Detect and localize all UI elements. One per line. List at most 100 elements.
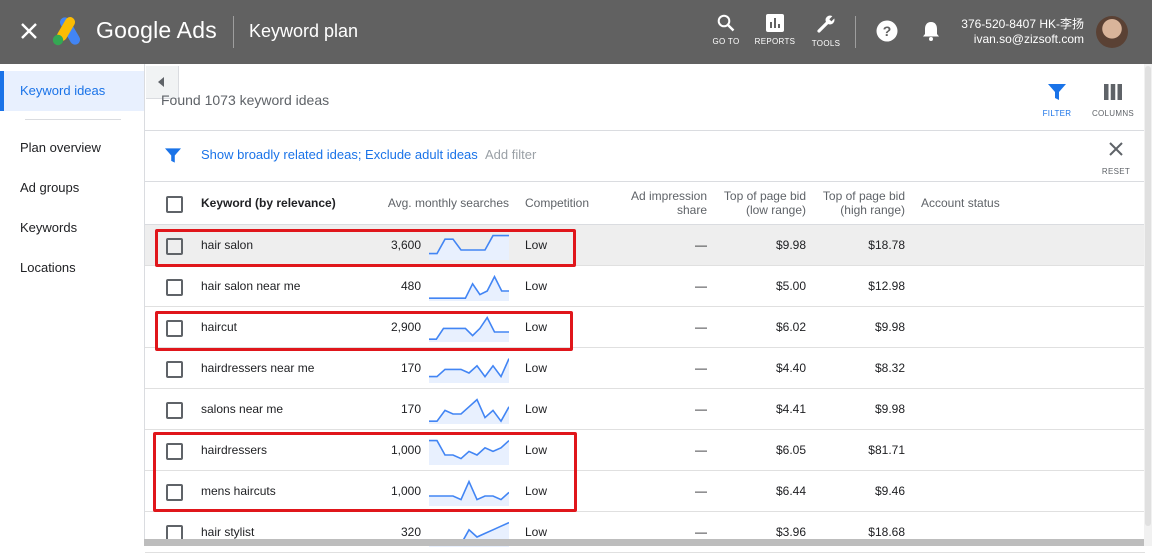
bid-low-cell: $3.96 bbox=[775, 525, 806, 539]
competition-cell: Low bbox=[525, 402, 548, 416]
filter-button[interactable]: FILTER bbox=[1027, 84, 1087, 118]
row-checkbox[interactable] bbox=[166, 402, 183, 419]
impression-share-cell: — bbox=[695, 484, 707, 498]
column-account-status[interactable]: Account status bbox=[921, 196, 1000, 210]
active-filters-link[interactable]: Show broadly related ideas; Exclude adul… bbox=[201, 147, 478, 162]
sidebar-item-plan-overview[interactable]: Plan overview bbox=[0, 128, 144, 168]
table-row[interactable]: salons near me 170 Low — $4.41 $9.98 bbox=[145, 389, 1145, 430]
add-filter-input[interactable]: Add filter bbox=[485, 147, 536, 162]
close-icon bbox=[1109, 142, 1123, 156]
column-competition[interactable]: Competition bbox=[525, 196, 589, 210]
close-icon[interactable] bbox=[18, 20, 40, 42]
divider bbox=[233, 16, 234, 48]
keyword-cell: salons near me bbox=[201, 402, 284, 416]
avg-searches-cell: 170 bbox=[400, 402, 421, 416]
columns-label: COLUMNS bbox=[1091, 109, 1135, 118]
bid-low-cell: $5.00 bbox=[775, 279, 806, 293]
avg-searches-cell: 170 bbox=[400, 361, 421, 375]
top-app-bar: Google Ads Keyword plan GO TO REPORTS TO… bbox=[0, 0, 1152, 64]
table-row[interactable]: hairdressers near me 170 Low — $4.40 $8.32 bbox=[145, 348, 1145, 389]
bid-low-cell: $4.41 bbox=[775, 402, 806, 416]
select-all-checkbox[interactable] bbox=[166, 196, 183, 213]
go-to-label: GO TO bbox=[712, 37, 740, 46]
results-count: Found 1073 keyword ideas bbox=[161, 92, 330, 108]
horizontal-scrollbar[interactable] bbox=[144, 539, 1144, 546]
table-header: Keyword (by relevance) Avg. monthly sear… bbox=[145, 181, 1145, 225]
brand-name: Google Ads bbox=[96, 17, 217, 43]
account-info[interactable]: 376-520-8407 HK-李扬 ivan.so@zizsoft.com bbox=[961, 17, 1084, 47]
column-avg-monthly-searches[interactable]: Avg. monthly searches bbox=[369, 196, 509, 210]
trend-sparkline bbox=[429, 398, 509, 424]
filter-icon bbox=[1048, 84, 1066, 100]
avatar[interactable] bbox=[1096, 16, 1128, 48]
bid-high-cell: $12.98 bbox=[868, 279, 905, 293]
vertical-scrollbar-thumb[interactable] bbox=[1145, 66, 1151, 526]
sidebar-item-locations[interactable]: Locations bbox=[0, 248, 144, 288]
columns-icon bbox=[1104, 84, 1122, 100]
bid-low-cell: $6.05 bbox=[775, 443, 806, 457]
bid-high-cell: $9.98 bbox=[874, 320, 905, 334]
column-label: Top of page bid bbox=[822, 189, 905, 203]
reports-icon bbox=[766, 14, 784, 32]
tools-label: TOOLS bbox=[811, 39, 841, 48]
competition-cell: Low bbox=[525, 361, 548, 375]
row-checkbox[interactable] bbox=[166, 279, 183, 296]
account-id: 376-520-8407 HK-李扬 bbox=[961, 17, 1084, 31]
impression-share-cell: — bbox=[695, 320, 707, 334]
account-email: ivan.so@zizsoft.com bbox=[973, 32, 1084, 46]
svg-text:?: ? bbox=[883, 23, 892, 39]
sidebar-item-label: Keywords bbox=[20, 220, 78, 235]
bid-low-cell: $6.44 bbox=[775, 484, 806, 498]
column-label: (low range) bbox=[745, 203, 806, 217]
column-keyword[interactable]: Keyword (by relevance) bbox=[201, 196, 336, 210]
sidebar-item-label: Keyword ideas bbox=[20, 83, 106, 98]
divider bbox=[855, 16, 856, 48]
go-to-button[interactable]: GO TO bbox=[701, 14, 751, 46]
page-title: Keyword plan bbox=[249, 21, 359, 41]
sidebar-item-label: Locations bbox=[20, 260, 76, 275]
sidebar-item-keywords[interactable]: Keywords bbox=[0, 208, 144, 248]
table-row[interactable]: hair stylist 320 Low — $3.96 $18.68 bbox=[145, 512, 1145, 553]
notifications-bell-icon[interactable] bbox=[920, 20, 942, 42]
bid-high-cell: $9.98 bbox=[874, 402, 905, 416]
filter-bar: Show broadly related ideas; Exclude adul… bbox=[145, 130, 1145, 182]
bid-low-cell: $6.02 bbox=[775, 320, 806, 334]
tools-button[interactable]: TOOLS bbox=[801, 14, 851, 48]
help-icon[interactable]: ? bbox=[876, 20, 898, 42]
competition-cell: Low bbox=[525, 279, 548, 293]
bid-high-cell: $81.71 bbox=[868, 443, 905, 457]
avg-searches-cell: 480 bbox=[400, 279, 421, 293]
wrench-icon bbox=[817, 15, 836, 33]
highlight-box bbox=[155, 311, 573, 351]
reports-button[interactable]: REPORTS bbox=[750, 14, 800, 46]
avg-searches-cell: 320 bbox=[400, 525, 421, 539]
competition-cell: Low bbox=[525, 525, 548, 539]
keyword-cell: hair salon near me bbox=[201, 279, 301, 293]
sidebar-item-ad-groups[interactable]: Ad groups bbox=[0, 168, 144, 208]
column-top-bid-low[interactable]: Top of page bid (low range) bbox=[705, 189, 806, 217]
impression-share-cell: — bbox=[695, 402, 707, 416]
google-ads-logo-icon bbox=[52, 17, 80, 46]
impression-share-cell: — bbox=[695, 443, 707, 457]
column-ad-impression-share[interactable]: Ad impression share bbox=[597, 189, 707, 217]
bid-low-cell: $9.98 bbox=[775, 238, 806, 252]
sidebar-item-keyword-ideas[interactable]: Keyword ideas bbox=[0, 71, 144, 111]
sidebar: Keyword ideas Plan overview Ad groups Ke… bbox=[0, 64, 144, 546]
column-top-bid-high[interactable]: Top of page bid (high range) bbox=[805, 189, 905, 217]
table-row[interactable]: hair salon near me 480 Low — $5.00 $12.98 bbox=[145, 266, 1145, 307]
sparkline-area bbox=[429, 399, 509, 424]
reset-button[interactable]: RESET bbox=[1101, 141, 1131, 176]
column-label: share bbox=[676, 203, 707, 217]
reset-label: RESET bbox=[1101, 167, 1131, 176]
search-icon bbox=[717, 14, 735, 32]
keyword-cell: hair stylist bbox=[201, 525, 255, 539]
row-checkbox[interactable] bbox=[166, 361, 183, 378]
bid-high-cell: $8.32 bbox=[874, 361, 905, 375]
column-label: Ad impression bbox=[630, 189, 707, 203]
highlight-box bbox=[153, 432, 577, 512]
impression-share-cell: — bbox=[695, 361, 707, 375]
filter-icon bbox=[165, 148, 181, 163]
column-label: (high range) bbox=[840, 203, 905, 217]
columns-button[interactable]: COLUMNS bbox=[1083, 84, 1143, 118]
bid-high-cell: $18.68 bbox=[868, 525, 905, 539]
